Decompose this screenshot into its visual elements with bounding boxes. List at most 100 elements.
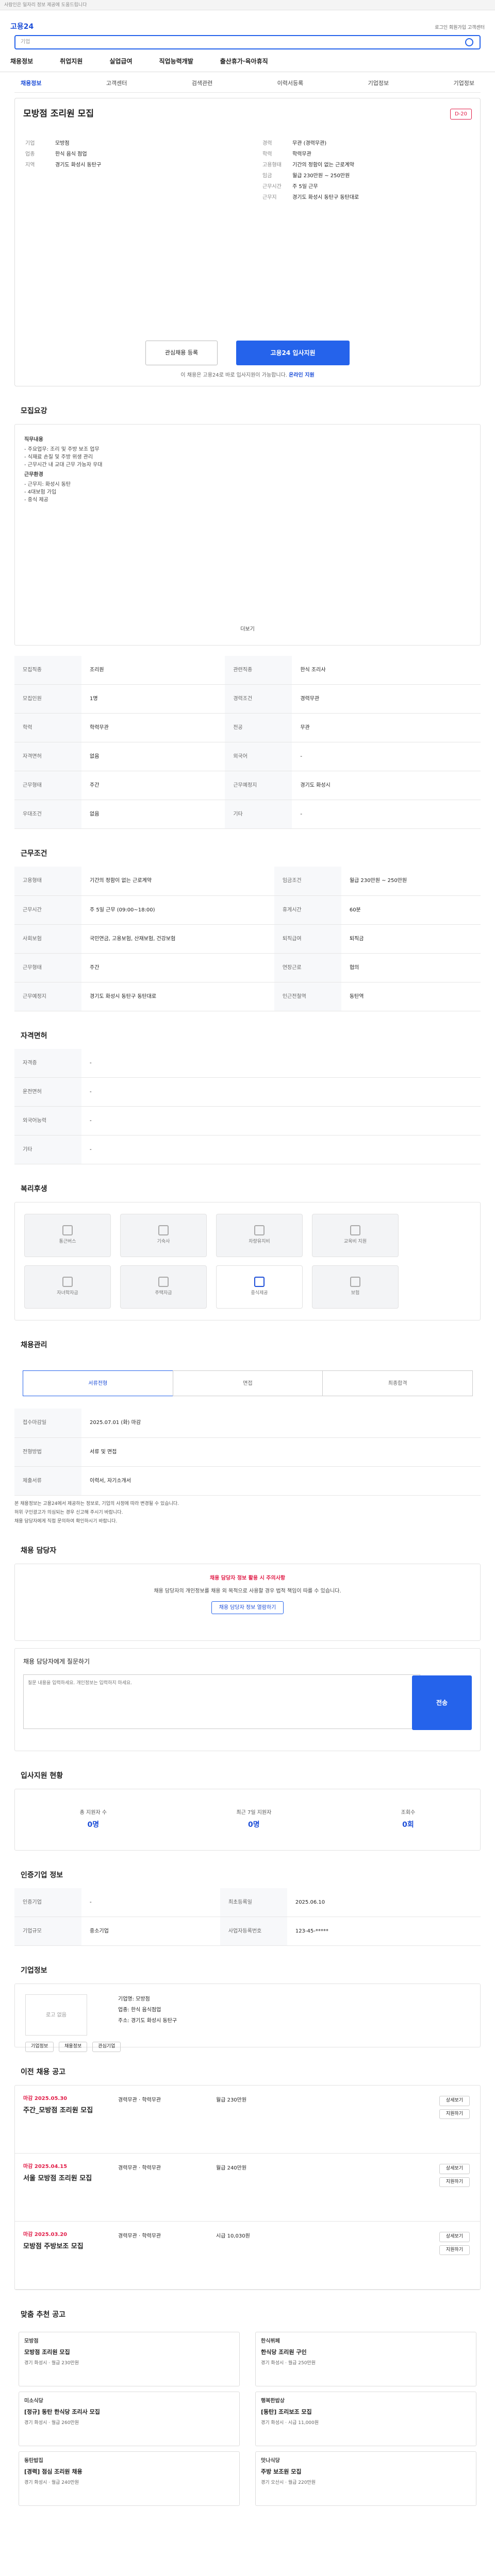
welfare-item: 교육비 지원 [312,1214,399,1257]
recommend-grid: 모방점 모방점 조리원 모집 경기 화성시 · 월급 230만원 한식뷔페 한식당 조… [14,2328,481,2510]
apply-button[interactable]: 지원하기 [439,2109,470,2120]
list-item[interactable]: 마감 2025.03.20 모방점 주방보조 모집 경력무관 · 학력무관 시급 1… [15,2222,480,2290]
site-header: 고용24 로그인 회원가입 고객센터 기업 채용정보 취업지원 실업급여 직업능… [0,10,495,72]
tab-item[interactable]: 검색관련 [192,79,212,88]
section-title: 인증기업 정보 [21,1871,63,1879]
section-title: 채용관리 [21,1341,47,1349]
warning-text: 채용 담당자 정보 활용 시 주의사항 [209,1575,286,1581]
job-left-info: 기업 모방점 업종 한식 음식 점업 지역 경기도 화성시 동탄구 [25,140,102,168]
step-item: 면접 [172,1370,323,1396]
nav-item[interactable]: 직업능력개발 [159,57,193,66]
welfare-item: 기숙사 [120,1214,207,1257]
section-title: 복리후생 [21,1185,47,1193]
contact-alert: 채용 담당자 정보 활용 시 주의사항 채용 담당자의 개인정보를 채용 외 목… [14,1563,481,1641]
section-title: 모집요강 [21,406,47,415]
step-item: 최종합격 [322,1370,473,1396]
more-button[interactable]: 더보기 [15,625,480,633]
tab-item[interactable]: 기업정보 [454,79,474,88]
sub-tabs: 채용정보 고객센터 검색관련 이력서등록 기업정보 기업정보 [14,72,481,93]
stat-item: 조회수 0회 [401,1809,416,1829]
recommend-card[interactable]: 행복한밥상 [동탄] 조리보조 모집 경기 화성시 · 시급 11,000원 [255,2392,476,2447]
company-logo: 로고 없음 [25,1994,87,2036]
shield-icon [350,1277,360,1287]
question-input[interactable] [23,1674,420,1729]
book-icon [350,1225,360,1236]
nav-item[interactable]: 채용정보 [10,57,33,66]
question-box: 채용 담당자에게 질문하기 전송 [14,1648,481,1751]
bus-icon [62,1225,73,1236]
section-title: 기업정보 [21,1967,47,1975]
stat-item: 총 지원자 수 0명 [79,1809,107,1829]
follow-company-button[interactable]: 관심기업 [92,2042,121,2052]
main-nav: 채용정보 취업지원 실업급여 직업능력개발 출산휴가·육아휴직 [10,57,268,66]
site-logo[interactable]: 고용24 [10,22,34,32]
nav-item[interactable]: 출산휴가·육아휴직 [220,57,268,66]
car-icon [254,1225,265,1236]
company-info-table: 인증기업 - 최초등록일 2025.06.10 기업규모 중소기업 사업자등록번호 123-… [14,1888,481,1946]
house-icon [158,1277,169,1287]
tab-item[interactable]: 고객센터 [106,79,127,88]
apply-stats: 총 지원자 수 0명 최근 7일 지원자 0명 조회수 0회 [14,1788,481,1851]
list-item[interactable]: 마감 2025.05.30 주간_모방점 조리원 모집 경력무관 · 학력무관 월급… [15,2086,480,2154]
job-title: 모방점 조리원 모집 [23,108,94,119]
dday-badge: D-20 [450,108,472,120]
recommend-card[interactable]: 맛나식당 주방 보조원 모집 경기 오산시 · 월급 220만원 [255,2451,476,2506]
conditions-table: 고용형태 기간의 정함이 없는 근로계약 임금조건 월급 230만원 ~ 250만원 … [14,867,481,1011]
section-title: 입사지원 현황 [21,1771,63,1780]
favorite-button[interactable]: 관심채용 등록 [145,340,218,365]
nav-item[interactable]: 취업지원 [60,57,82,66]
tab-item[interactable]: 채용정보 [21,79,41,88]
search-icon[interactable] [465,38,473,46]
stat-item: 최근 7일 지원자 0명 [236,1809,272,1829]
section-title: 이전 채용 공고 [21,2068,66,2077]
detail-button[interactable]: 상세보기 [439,2232,470,2242]
welfare-box: 통근버스 기숙사 차량유지비 교육비 지원 자녀학자금 주택자금 중식제공 보험 [14,1202,481,1320]
welfare-item: 자녀학자금 [24,1265,111,1309]
section-title: 자격면허 [21,1031,47,1040]
tab-item[interactable]: 기업정보 [368,79,389,88]
detail-button[interactable]: 상세보기 [439,2096,470,2106]
recommend-card[interactable]: 미소식당 [정규] 동탄 한식당 조리사 모집 경기 화성시 · 월급 260만원 [19,2392,240,2447]
recommend-card[interactable]: 모방점 모방점 조리원 모집 경기 화성시 · 월급 230만원 [19,2332,240,2387]
company-card: 로고 없음 기업명: 모방점 업종: 한식 음식점업 주소: 경기도 화성시 동탄구… [14,1984,481,2052]
hiring-table: 접수마감일 2025.07.01 (화) 마감 전형방법 서류 및 면접 제출서류 이… [14,1409,481,1496]
qualification-table: 자격증 - 운전면허 - 외국어능력 - 기타 - [14,1048,481,1164]
list-item[interactable]: 마감 2025.04.15 서울 모방점 조리원 모집 경력무관 · 학력무관 월급… [15,2154,480,2222]
school-icon [62,1277,73,1287]
view-contact-button[interactable]: 채용 담당자 정보 열람하기 [211,1601,284,1614]
welfare-item: 통근버스 [24,1214,111,1257]
tab-item[interactable]: 이력서등록 [277,79,304,88]
detail-button[interactable]: 상세보기 [439,2164,470,2174]
notice-bullets: 본 채용정보는 고용24에서 제공하는 정보로, 기업의 사정에 따라 변경될 … [14,1501,179,1524]
welfare-item: 주택자금 [120,1265,207,1309]
section-title: 맞춤 추천 공고 [21,2311,66,2319]
welfare-item: 중식제공 [216,1265,303,1309]
step-item: 서류전형 [23,1370,173,1396]
past-jobs-list: 마감 2025.05.30 주간_모방점 조리원 모집 경력무관 · 학력무관 월급… [14,2085,481,2291]
top-notice: 사람인은 일자리 정보 제공에 도움드립니다 [0,0,495,10]
search-input[interactable]: 기업 [14,35,481,49]
apply-button[interactable]: 고용24 입사지원 [236,340,350,365]
welfare-item: 보험 [312,1265,399,1309]
send-button[interactable]: 전송 [412,1675,472,1730]
apply-tip: 이 채용은 고용24로 바로 입사지원이 가능합니다. 온라인 지원 [180,372,315,378]
job-summary-card: 모방점 조리원 모집 D-20 기업 모방점 업종 한식 음식 점업 지역 경기도 화… [14,97,481,386]
job-right-info: 경력 무관 (경력무관) 학력 학력무관 고용형태 기간의 정함이 없는 근로계약 임… [262,140,359,200]
section-title: 근무조건 [21,850,47,858]
meal-icon [254,1277,265,1287]
recommend-card[interactable]: 동탄밥집 [경력] 점심 조리원 채용 경기 화성시 · 월급 240만원 [19,2451,240,2506]
job-description: 직무내용 - 주요업무: 조리 및 주방 보조 업무 - 식재료 손질 및 주방… [14,423,481,646]
recommend-card[interactable]: 한식뷔페 한식당 조리원 구인 경기 화성시 · 월급 250만원 [255,2332,476,2387]
welfare-item: 차량유지비 [216,1214,303,1257]
detail-table: 모집직종 조리원 관련직종 한식 조리사 모집인원 1명 경력조건 경력무관 학력 학력무관 전… [14,655,481,829]
hiring-steps: 서류전형 면접 최종합격 [14,1358,481,1409]
nav-item[interactable]: 실업급여 [109,57,132,66]
company-info-button[interactable]: 기업정보 [25,2042,54,2052]
company-jobs-button[interactable]: 채용정보 [59,2042,88,2052]
section-title: 채용 담당자 [21,1546,57,1555]
apply-actions: 관심채용 등록 고용24 입사지원 [15,340,480,365]
util-links[interactable]: 로그인 회원가입 고객센터 [435,25,485,32]
home-icon [158,1225,169,1236]
apply-button[interactable]: 지원하기 [439,2245,470,2256]
apply-button[interactable]: 지원하기 [439,2177,470,2188]
